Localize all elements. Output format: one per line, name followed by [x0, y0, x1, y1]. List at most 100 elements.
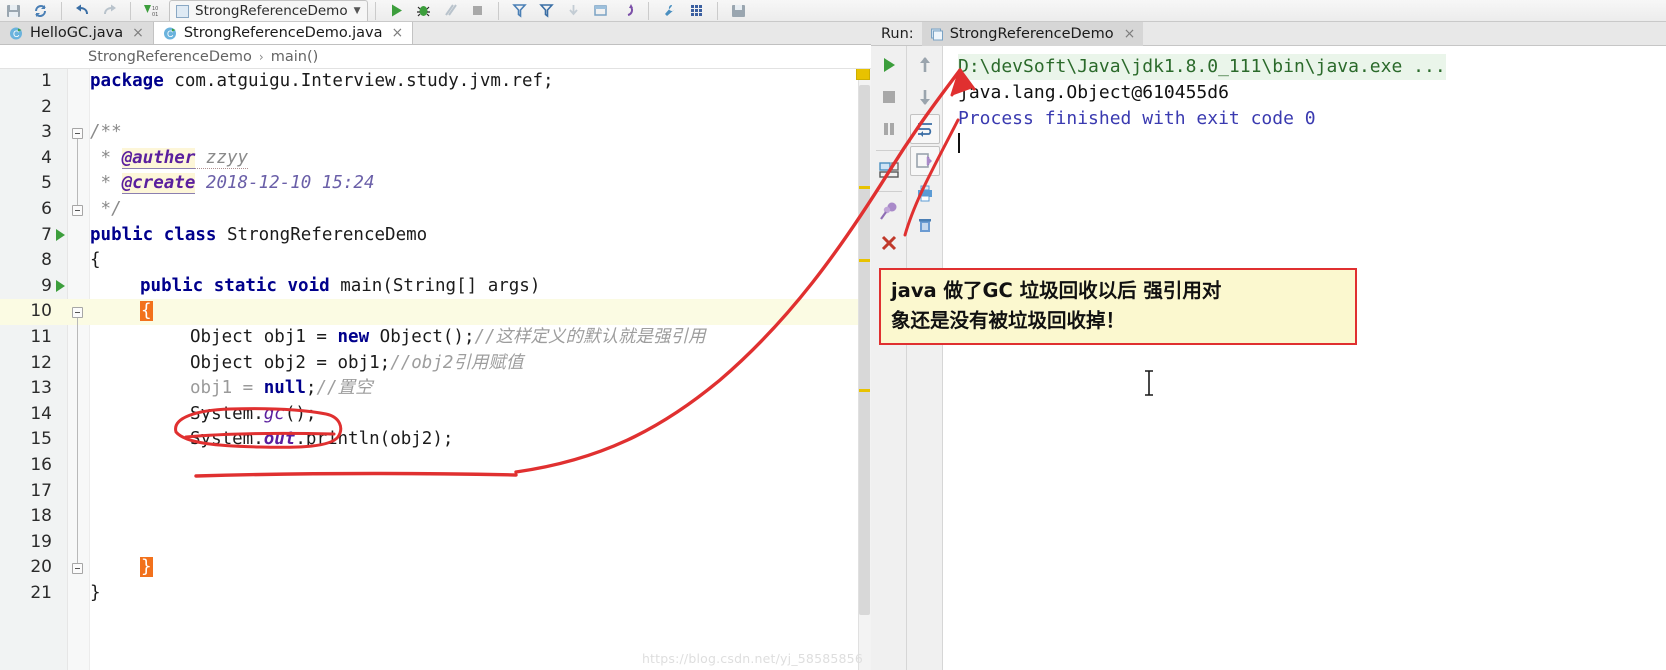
- run-class-gutter-icon[interactable]: [56, 229, 65, 241]
- toolbar-divider: [875, 150, 902, 151]
- keyword-class: class: [163, 224, 217, 245]
- javadoc-tag-auther: @auther: [121, 147, 196, 169]
- arrow-down-icon[interactable]: [910, 82, 940, 112]
- close-icon[interactable]: ×: [391, 25, 403, 41]
- line-number: 14: [30, 403, 52, 424]
- run-toolbar-secondary: [907, 46, 943, 670]
- console-output[interactable]: D:\devSoft\Java\jdk1.8.0_111\bin\java.ex…: [944, 46, 1666, 670]
- inspection-status-badge[interactable]: [856, 69, 870, 80]
- print-icon[interactable]: [910, 178, 940, 208]
- compile-icon[interactable]: 10 01: [138, 0, 165, 21]
- filter-icon[interactable]: [506, 0, 533, 21]
- fold-marker-javadoc-end[interactable]: [72, 205, 83, 216]
- save-icon[interactable]: [725, 0, 752, 21]
- toolbar-divider: [61, 2, 62, 20]
- statement-end: Object();: [369, 327, 475, 347]
- fold-marker-javadoc[interactable]: [72, 128, 83, 139]
- editor-tab-strongreferencedemo[interactable]: C StrongReferenceDemo.java ×: [153, 22, 414, 44]
- run-icon[interactable]: [383, 0, 410, 21]
- keyword-public: public: [90, 224, 154, 245]
- breadcrumb-separator: ›: [258, 49, 264, 64]
- layout-icon[interactable]: [587, 0, 614, 21]
- line-number: 10: [30, 301, 52, 322]
- warning-marker[interactable]: [859, 186, 870, 189]
- warning-marker[interactable]: [859, 389, 870, 392]
- keyword-modifiers: public static void: [140, 275, 330, 296]
- inline-comment: //这样定义的默认就是强引用: [474, 327, 706, 347]
- code-line-8: {: [90, 250, 101, 271]
- run-config-name: StrongReferenceDemo: [195, 3, 348, 19]
- undo-icon[interactable]: [69, 0, 96, 21]
- scroll-to-end-icon[interactable]: [909, 146, 940, 176]
- toolbar-group-file: 10 01 StrongReferenceDemo ▼: [0, 0, 752, 21]
- stop-icon[interactable]: [464, 0, 491, 21]
- toolbar-divider: [875, 191, 902, 192]
- line-number: 9: [41, 275, 52, 296]
- close-icon[interactable]: [874, 228, 904, 258]
- run-configuration-selector[interactable]: StrongReferenceDemo ▼: [169, 0, 368, 21]
- pause-icon[interactable]: [874, 114, 904, 144]
- matched-brace-highlight: {: [140, 301, 153, 322]
- fold-marker-method-end[interactable]: [72, 563, 83, 574]
- arrow-up-icon[interactable]: [910, 50, 940, 80]
- close-icon[interactable]: ×: [1124, 26, 1136, 42]
- javadoc-value: 2018-12-10 15:24: [195, 173, 375, 194]
- code-text-area[interactable]: package com.atguigu.Interview.study.jvm.…: [90, 69, 871, 670]
- clear-all-icon[interactable]: [910, 210, 940, 240]
- breadcrumb: StrongReferenceDemo › main(): [0, 45, 871, 69]
- code-line-20: }: [90, 583, 101, 603]
- editor-tab-label: StrongReferenceDemo.java: [183, 25, 383, 41]
- rerun-icon[interactable]: [874, 50, 904, 80]
- toolbar-divider: [130, 2, 131, 20]
- line-number: 3: [41, 122, 52, 143]
- text-caret: [958, 133, 960, 153]
- code-line-11: Object obj1 = new Object();//这样定义的默认就是强引…: [190, 325, 706, 351]
- breadcrumb-item-class[interactable]: StrongReferenceDemo: [88, 49, 252, 65]
- editor-scrollbar-thumb[interactable]: [859, 85, 870, 615]
- restore-layout-icon[interactable]: [874, 155, 904, 185]
- toolbar-divider: [716, 2, 718, 20]
- code-line-5: * @create 2018-12-10 15:24: [90, 171, 375, 197]
- redo-icon[interactable]: [96, 0, 123, 21]
- code-line-1: package com.atguigu.Interview.study.jvm.…: [90, 69, 554, 95]
- stop-icon[interactable]: [874, 82, 904, 112]
- console-icon: [930, 27, 944, 41]
- code-editor[interactable]: 1 2 3 4 5 6 7 8 9 10 11 12 13 14 15 16 1…: [0, 69, 871, 670]
- wrench-icon[interactable]: [656, 0, 683, 21]
- code-line-7: public class StrongReferenceDemo: [90, 223, 427, 249]
- editor-marker-strip[interactable]: [856, 69, 871, 670]
- svg-text:01: 01: [152, 12, 158, 18]
- revert-icon[interactable]: [614, 0, 641, 21]
- line-number: 5: [41, 173, 52, 194]
- main-toolbar: 10 01 StrongReferenceDemo ▼: [0, 0, 1666, 22]
- soft-wrap-icon[interactable]: [909, 114, 940, 144]
- line-number: 7: [41, 224, 52, 245]
- run-coverage-icon[interactable]: [437, 0, 464, 21]
- breadcrumb-item-method[interactable]: main(): [271, 49, 319, 65]
- save-all-icon[interactable]: [0, 0, 27, 21]
- grid-icon[interactable]: [683, 0, 710, 21]
- sync-refresh-icon[interactable]: [27, 0, 54, 21]
- line-number: 13: [30, 378, 52, 399]
- line-number: 20: [30, 557, 52, 578]
- filter-down-icon[interactable]: [533, 0, 560, 21]
- fold-region-line: [77, 139, 78, 205]
- run-method-gutter-icon[interactable]: [56, 280, 65, 292]
- debug-icon[interactable]: [410, 0, 437, 21]
- statement-end: ();: [284, 403, 317, 424]
- fold-strip[interactable]: [68, 69, 90, 670]
- close-icon[interactable]: ×: [132, 25, 144, 41]
- pin-tab-icon[interactable]: [874, 196, 904, 226]
- chevron-down-icon[interactable]: ▼: [354, 6, 361, 16]
- step-icon[interactable]: [560, 0, 587, 21]
- class-name: StrongReferenceDemo: [227, 224, 428, 245]
- line-number: 2: [41, 96, 52, 117]
- code-line-3: /**: [90, 122, 122, 143]
- statement-end: ;: [305, 378, 317, 399]
- fold-marker-method[interactable]: [72, 307, 83, 318]
- warning-marker[interactable]: [859, 259, 870, 262]
- run-tab-strongreferencedemo[interactable]: StrongReferenceDemo ×: [921, 21, 1144, 46]
- editor-tab-hellogc[interactable]: C HelloGC.java ×: [0, 22, 154, 44]
- statement: Object obj2 = obj1;: [190, 352, 391, 373]
- code-line-19: }: [140, 555, 153, 581]
